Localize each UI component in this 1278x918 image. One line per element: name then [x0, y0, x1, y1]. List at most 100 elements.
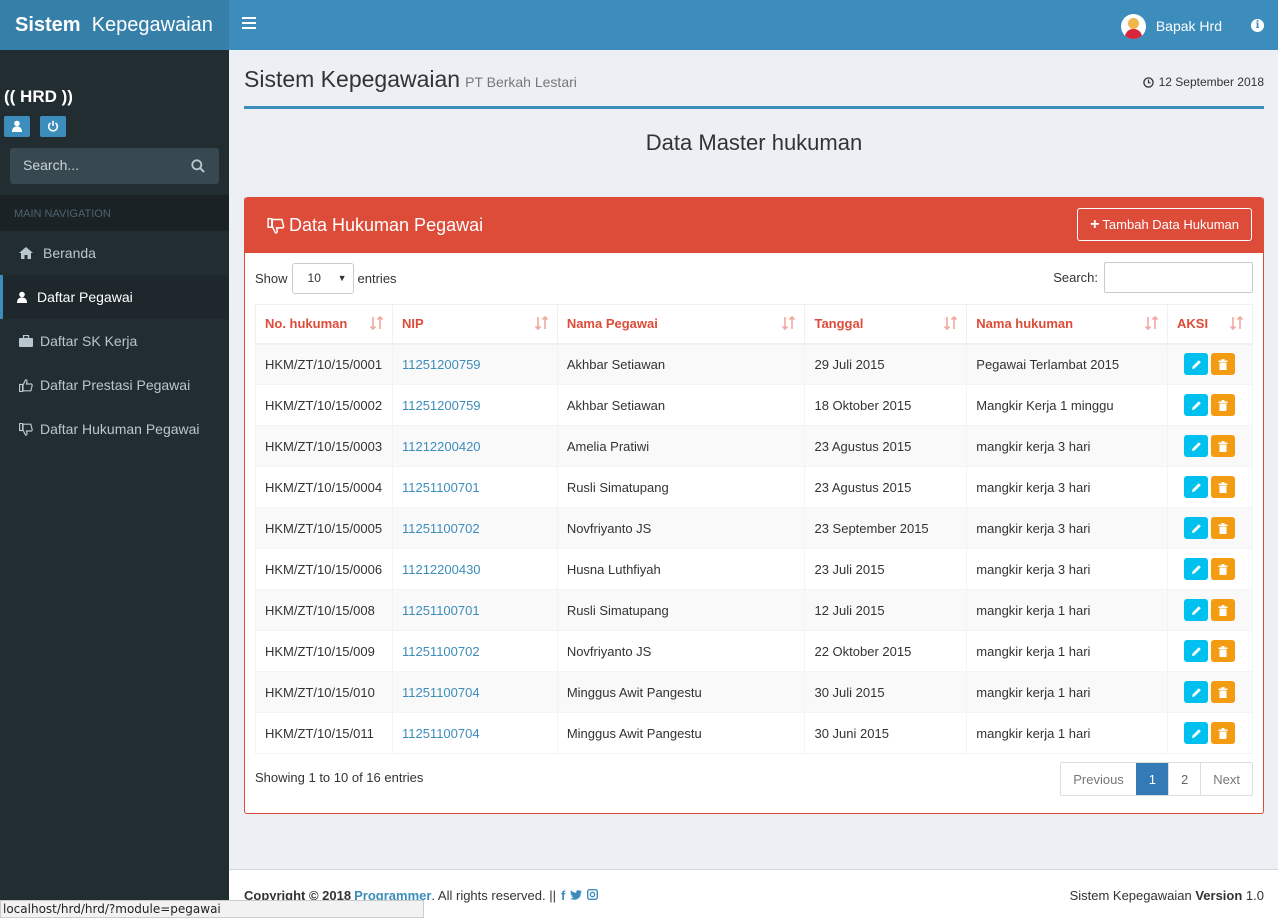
logout-button[interactable]	[40, 116, 66, 137]
box-title: Data Hukuman Pegawai	[267, 215, 483, 236]
current-date: 12 September 2018	[1142, 75, 1264, 89]
top-navbar: Bapak Hrd i	[229, 0, 1278, 50]
sidebar-item-label: Daftar Prestasi Pegawai	[40, 377, 191, 393]
col-aksi-header[interactable]: AKSI	[1167, 304, 1253, 345]
col-nip-cell[interactable]: 11251100701	[391, 466, 558, 508]
add-hukuman-button[interactable]: + Tambah Data Hukuman	[1077, 208, 1252, 241]
delete-button[interactable]	[1211, 558, 1235, 580]
edit-button[interactable]	[1184, 476, 1208, 498]
col-nama-hukuman-cell: mangkir kerja 3 hari	[966, 466, 1168, 508]
col-nip-cell[interactable]: 11251200759	[391, 384, 558, 426]
sidebar-search	[10, 148, 219, 184]
pencil-icon	[1191, 523, 1201, 533]
edit-button[interactable]	[1184, 558, 1208, 580]
col-nama-pegawai-cell: Minggus Awit Pangestu	[556, 671, 806, 713]
nav-header: MAIN NAVIGATION	[0, 195, 229, 231]
col-no-hukuman-header[interactable]: No. hukuman	[255, 304, 393, 345]
col-nama-hukuman-header[interactable]: Nama hukuman	[966, 304, 1168, 345]
profile-button[interactable]	[4, 116, 30, 137]
sort-icon	[1229, 315, 1244, 333]
edit-button[interactable]	[1184, 681, 1208, 703]
sidebar-item-daftar-pegawai[interactable]: Daftar Pegawai	[0, 275, 229, 319]
col-nip-cell[interactable]: 11251100702	[391, 507, 558, 549]
user-menu[interactable]: Bapak Hrd	[1120, 13, 1222, 39]
page-2-button[interactable]: 2	[1168, 763, 1200, 795]
col-nama-hukuman-cell: Pegawai Terlambat 2015	[966, 343, 1168, 385]
app-logo[interactable]: Sistem Kepegawaian	[0, 0, 229, 50]
sidebar-item-beranda[interactable]: Beranda	[0, 231, 229, 275]
col-nama-pegawai-cell: Akhbar Setiawan	[556, 384, 806, 426]
pencil-icon	[1191, 605, 1201, 615]
col-aksi-cell	[1167, 630, 1253, 672]
table-search-input[interactable]	[1104, 262, 1253, 293]
delete-button[interactable]	[1211, 640, 1235, 662]
delete-button[interactable]	[1211, 681, 1235, 703]
col-tanggal-header[interactable]: Tanggal	[804, 304, 968, 345]
col-nama-hukuman-cell: mangkir kerja 1 hari	[966, 589, 1168, 631]
page-length-select[interactable]: 10 ▼	[291, 263, 354, 294]
edit-button[interactable]	[1184, 722, 1208, 744]
thumbs-down-icon	[19, 422, 33, 436]
sidebar-item-daftar-hukuman-pegawai[interactable]: Daftar Hukuman Pegawai	[0, 407, 229, 451]
col-nama-pegawai-cell: Rusli Simatupang	[556, 589, 806, 631]
delete-button[interactable]	[1211, 517, 1235, 539]
edit-button[interactable]	[1184, 435, 1208, 457]
edit-button[interactable]	[1184, 394, 1208, 416]
col-tanggal-cell: 23 Agustus 2015	[804, 466, 968, 508]
col-nama-pegawai-header[interactable]: Nama Pegawai	[556, 304, 806, 345]
briefcase-icon	[19, 335, 33, 347]
col-no-hukuman-cell: HKM/ZT/10/15/0002	[255, 384, 393, 426]
col-nama-pegawai-cell: Husna Luthfiyah	[556, 548, 806, 590]
sidebar-item-daftar-prestasi-pegawai[interactable]: Daftar Prestasi Pegawai	[0, 363, 229, 407]
col-nip-cell[interactable]: 11251100701	[391, 589, 558, 631]
col-tanggal-cell: 30 Juni 2015	[804, 712, 968, 754]
edit-button[interactable]	[1184, 640, 1208, 662]
sidebar-search-input[interactable]	[23, 157, 183, 173]
delete-button[interactable]	[1211, 599, 1235, 621]
sidebar-toggle-icon[interactable]	[242, 17, 256, 33]
col-nama-hukuman-cell: mangkir kerja 1 hari	[966, 712, 1168, 754]
thumbs-up-icon	[19, 378, 33, 392]
sort-icon	[944, 315, 958, 333]
trash-icon	[1218, 358, 1228, 370]
title-divider	[244, 106, 1264, 109]
delete-button[interactable]	[1211, 722, 1235, 744]
page-1-button[interactable]: 1	[1135, 763, 1169, 795]
sidebar-item-label: Daftar Pegawai	[37, 289, 133, 305]
user-role: (( HRD ))	[4, 87, 73, 106]
delete-button[interactable]	[1211, 435, 1235, 457]
col-nama-hukuman-cell: mangkir kerja 3 hari	[966, 425, 1168, 467]
col-nip-cell[interactable]: 11251100704	[391, 712, 558, 754]
col-nip-header[interactable]: NIP	[391, 304, 558, 345]
delete-button[interactable]	[1211, 394, 1235, 416]
delete-button[interactable]	[1211, 353, 1235, 376]
previous-page-button[interactable]: Previous	[1061, 763, 1136, 795]
sidebar-item-daftar-sk-kerja[interactable]: Daftar SK Kerja	[0, 319, 229, 363]
col-nip-cell[interactable]: 11251100704	[391, 671, 558, 713]
edit-button[interactable]	[1184, 517, 1208, 539]
col-no-hukuman-cell: HKM/ZT/10/15/009	[255, 630, 393, 672]
col-aksi-cell	[1167, 384, 1253, 426]
box-header: Data Hukuman Pegawai + Tambah Data Hukuma…	[245, 197, 1263, 253]
twitter-icon[interactable]	[570, 888, 583, 903]
info-icon[interactable]: i	[1251, 19, 1264, 32]
edit-button[interactable]	[1184, 353, 1208, 376]
facebook-icon[interactable]: f	[561, 888, 565, 903]
col-no-hukuman-cell: HKM/ZT/10/15/0005	[255, 507, 393, 549]
col-nip-cell[interactable]: 11251200759	[391, 343, 558, 385]
col-aksi-cell	[1167, 671, 1253, 713]
col-nip-cell[interactable]: 11251100702	[391, 630, 558, 672]
trash-icon	[1218, 563, 1228, 575]
next-page-button[interactable]: Next	[1200, 763, 1252, 795]
col-nip-cell[interactable]: 11212200420	[391, 425, 558, 467]
edit-button[interactable]	[1184, 599, 1208, 621]
delete-button[interactable]	[1211, 476, 1235, 498]
sort-icon	[1144, 315, 1159, 333]
thumbs-down-icon	[267, 217, 285, 234]
instagram-icon[interactable]	[587, 888, 599, 903]
search-icon[interactable]	[191, 159, 205, 173]
col-nip-cell[interactable]: 11212200430	[391, 548, 558, 590]
sort-icon	[782, 315, 796, 333]
sort-icon	[369, 315, 384, 333]
col-nama-pegawai-cell: Novfriyanto JS	[556, 630, 806, 672]
